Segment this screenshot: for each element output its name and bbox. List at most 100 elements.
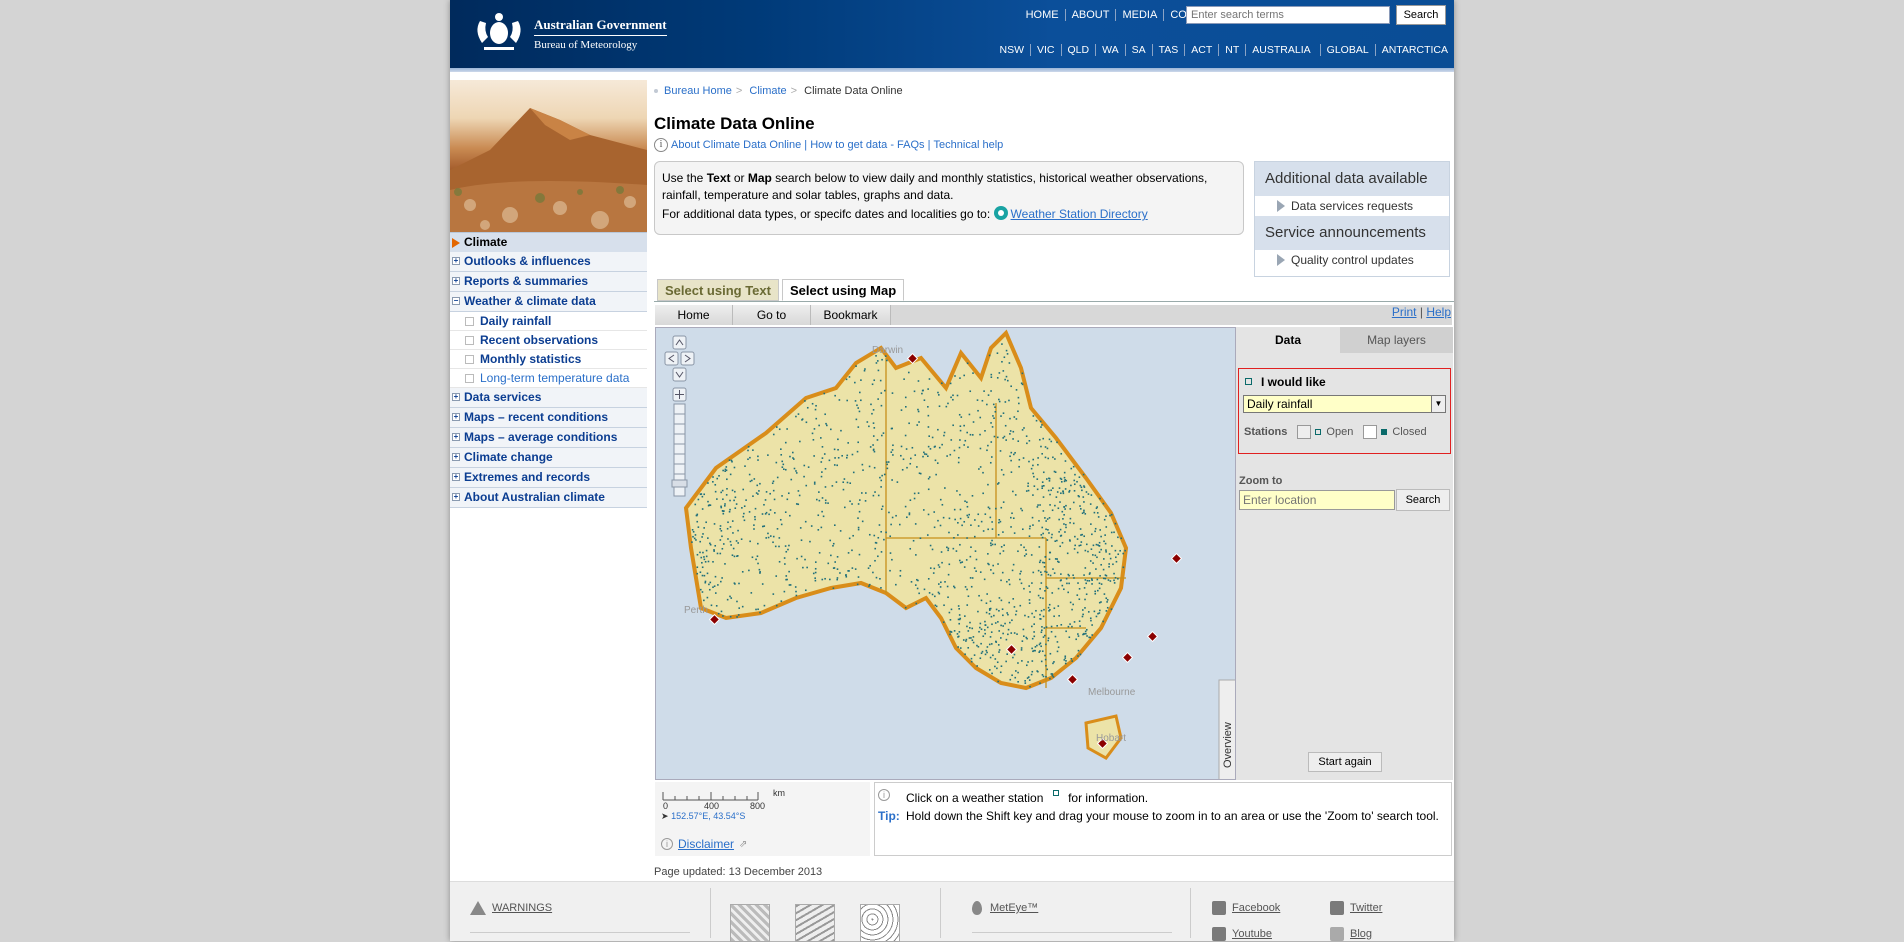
station-marker[interactable] [915,602,918,605]
station-marker[interactable] [1016,633,1018,635]
station-marker[interactable] [1017,440,1020,442]
station-marker[interactable] [1062,518,1064,520]
station-marker[interactable] [1033,623,1036,625]
station-marker[interactable] [783,468,785,471]
station-marker[interactable] [717,612,720,615]
station-marker[interactable] [918,472,921,475]
station-marker[interactable] [769,535,772,537]
station-marker[interactable] [992,403,995,406]
station-marker[interactable] [1000,624,1002,627]
station-marker[interactable] [891,449,894,451]
station-marker[interactable] [1031,516,1034,519]
station-marker[interactable] [789,514,791,517]
map-canvas[interactable]: Darwin Perth Melbourne Hobart Overview [656,328,1236,780]
station-marker[interactable] [953,508,956,511]
station-marker[interactable] [1098,551,1101,553]
station-marker[interactable] [938,583,940,585]
station-marker[interactable] [842,481,845,484]
station-marker[interactable] [879,476,881,479]
station-marker[interactable] [772,433,775,436]
station-marker[interactable] [781,460,784,463]
pan-right-button[interactable] [680,351,695,366]
station-marker[interactable] [1058,561,1060,563]
station-marker[interactable] [706,596,709,599]
station-marker[interactable] [994,406,996,409]
station-marker[interactable] [854,400,857,402]
station-marker[interactable] [946,585,949,588]
station-marker[interactable] [977,610,979,613]
expand-icon[interactable]: + [452,433,460,441]
station-marker[interactable] [1022,457,1025,459]
station-marker[interactable] [697,526,700,528]
station-marker[interactable] [1090,619,1092,622]
station-marker[interactable] [1058,531,1060,533]
station-marker[interactable] [859,499,861,501]
station-marker[interactable] [1079,505,1081,507]
station-marker[interactable] [970,660,973,663]
sidebar-subitem-daily-rainfall[interactable]: Daily rainfall [450,312,647,331]
station-marker[interactable] [958,631,961,633]
station-marker[interactable] [913,497,916,500]
station-marker[interactable] [1042,561,1044,564]
station-marker[interactable] [962,639,965,641]
station-marker[interactable] [716,552,719,555]
station-marker[interactable] [817,514,820,517]
expand-icon[interactable]: + [452,257,460,265]
station-marker[interactable] [1073,483,1076,486]
station-marker[interactable] [991,543,994,546]
station-marker[interactable] [1047,639,1050,642]
station-marker[interactable] [861,520,864,523]
station-marker[interactable] [883,538,885,541]
station-marker[interactable] [1031,660,1034,662]
station-marker[interactable] [1005,638,1008,641]
station-marker[interactable] [1067,591,1069,594]
station-marker[interactable] [1100,583,1103,585]
station-marker[interactable] [1095,568,1097,570]
station-marker[interactable] [815,498,818,501]
station-marker[interactable] [997,680,999,683]
station-marker[interactable] [1012,438,1014,440]
station-marker[interactable] [855,365,857,367]
station-marker[interactable] [1025,549,1027,551]
station-marker[interactable] [712,480,714,483]
station-marker[interactable] [776,476,779,479]
station-marker[interactable] [989,600,992,603]
station-marker[interactable] [713,585,716,587]
station-marker[interactable] [1105,515,1107,517]
station-marker[interactable] [1023,587,1025,590]
station-marker[interactable] [958,608,960,610]
station-marker[interactable] [1096,512,1099,514]
station-marker[interactable] [1091,579,1093,581]
station-marker[interactable] [757,562,759,565]
station-marker[interactable] [1018,465,1020,468]
station-marker[interactable] [712,476,714,478]
station-marker[interactable] [1049,551,1052,554]
station-marker[interactable] [949,619,952,621]
station-marker[interactable] [1041,485,1044,488]
station-marker[interactable] [989,636,992,638]
station-marker[interactable] [1020,582,1023,585]
station-marker[interactable] [726,487,728,490]
station-marker[interactable] [1042,437,1045,440]
chevron-down-icon[interactable]: ▼ [1431,396,1445,412]
station-marker[interactable] [1048,480,1051,482]
station-marker[interactable] [986,651,988,654]
expand-icon[interactable]: + [452,473,460,481]
station-marker[interactable] [1107,579,1110,581]
station-marker[interactable] [771,482,774,485]
station-marker[interactable] [909,499,912,502]
station-marker[interactable] [988,608,991,610]
station-marker[interactable] [1005,375,1008,378]
station-marker[interactable] [939,498,942,501]
station-marker[interactable] [1014,676,1017,679]
station-marker[interactable] [785,550,788,553]
station-marker[interactable] [944,487,946,489]
station-marker[interactable] [765,491,768,493]
station-marker[interactable] [927,445,930,448]
station-marker[interactable] [876,439,879,441]
station-marker[interactable] [869,446,872,448]
station-marker[interactable] [821,510,823,513]
station-marker[interactable] [991,426,994,428]
station-marker[interactable] [745,499,747,501]
station-marker[interactable] [829,539,832,542]
